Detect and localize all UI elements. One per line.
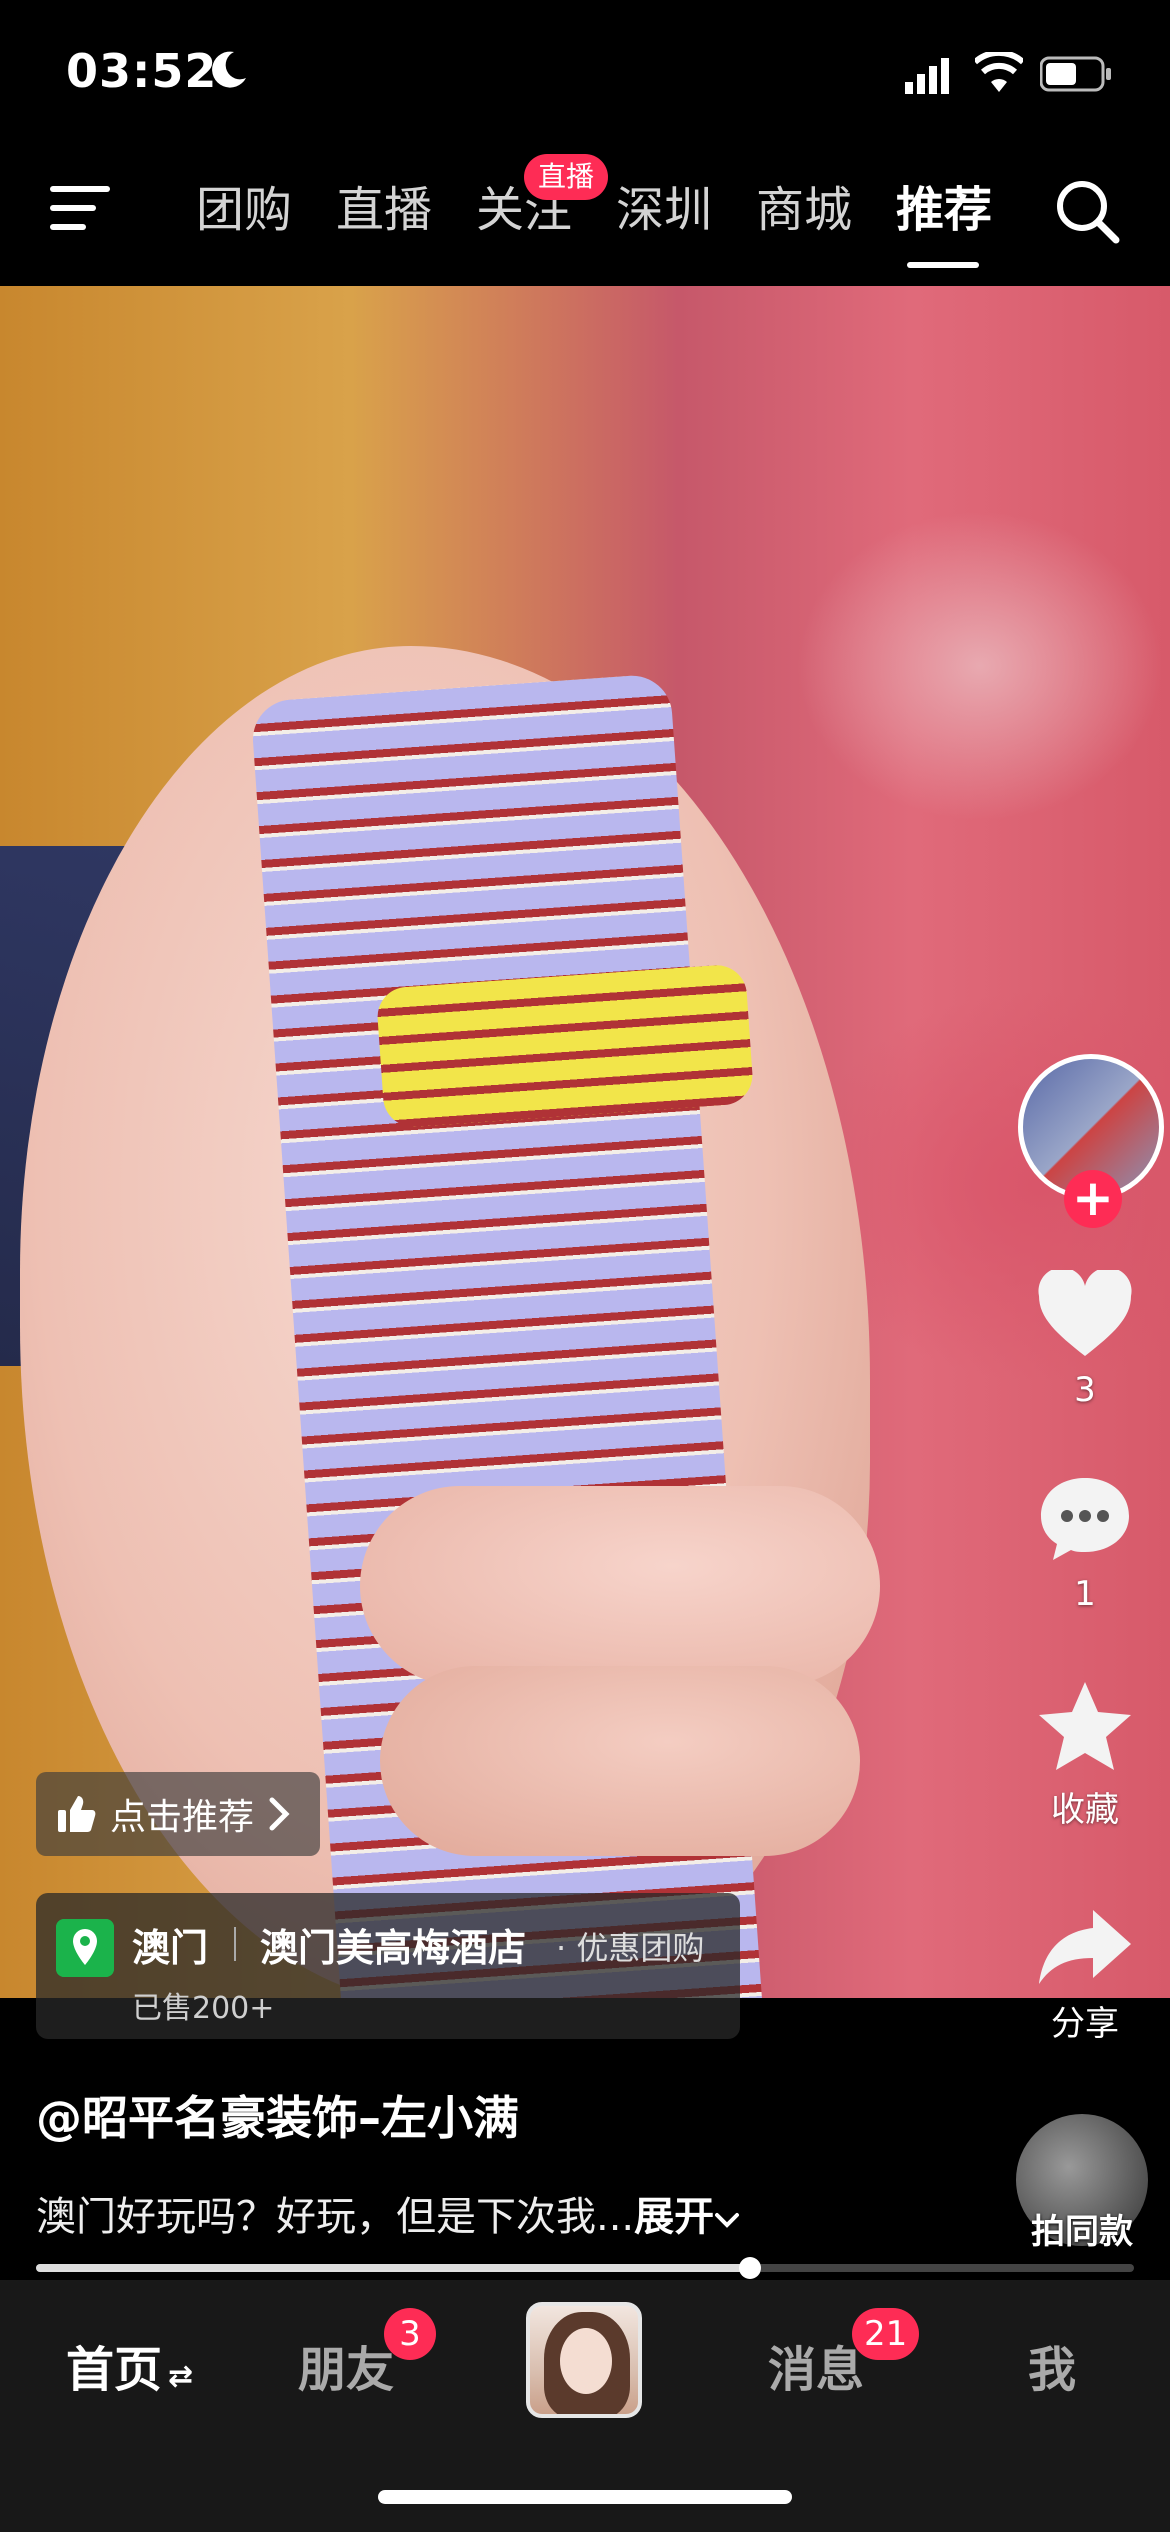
favorite-button[interactable]: 收藏 [1000,1680,1170,1831]
location-sold-count: 已售200+ [132,1991,275,2026]
live-badge: 直播 [524,154,609,200]
like-button[interactable]: 3 [1000,1270,1170,1410]
location-city: 澳门 [132,1926,209,1970]
tab-city[interactable]: 深圳 [616,170,712,240]
follow-button[interactable]: + [1064,1170,1122,1228]
recommend-button[interactable]: 点击推荐 [36,1772,321,1856]
nav-home[interactable]: 首页 ⇄ [66,2330,193,2400]
progress-fill [36,2264,750,2272]
location-deal: · 优惠团购 [556,1929,705,1967]
star-icon [1039,1682,1131,1770]
nav-me[interactable]: 我 [1028,2330,1076,2400]
author-name[interactable]: @昭平名豪装饰–左小满 [36,2082,519,2148]
bottom-navigation: 首页 ⇄ 朋友 3 消息 21 我 [0,2280,1170,2532]
moon-icon [212,51,246,88]
status-bar: 03:52 [0,0,1170,140]
video-chip-stack-top [375,963,755,1129]
nav-friends-label: 朋友 [298,2342,395,2398]
same-style-label: 拍同款 [1031,2212,1133,2252]
favorite-label: 收藏 [1051,1790,1119,1830]
avatar-face [560,2328,612,2394]
video-player[interactable] [0,286,1170,1998]
expand-label: 展开 [634,2194,715,2240]
chevron-down-icon [715,2213,740,2228]
location-divider [234,1927,236,1961]
comment-count: 1 [1074,1574,1096,1614]
wifi-icon [975,52,1023,92]
comment-icon [1041,1478,1129,1560]
friends-badge: 3 [384,2308,436,2360]
menu-icon[interactable] [50,180,116,236]
recommend-label: 点击推荐 [110,1797,255,1838]
nav-friends[interactable]: 朋友 [298,2330,394,2400]
nav-messages-label: 消息 [768,2342,865,2398]
chevron-right-icon [269,1797,290,1831]
video-caption[interactable]: 澳门好玩吗？好玩，但是下次我...展开 [36,2184,740,2242]
tab-recommend[interactable]: 推荐 [896,170,992,240]
nav-me-label: 我 [1028,2342,1077,2398]
heart-icon [1038,1270,1132,1356]
location-card[interactable]: 澳门 澳门美高梅酒店 · 优惠团购 已售200+ [36,1893,740,2039]
tab-group-buy[interactable]: 团购 [196,170,292,240]
messages-badge: 21 [852,2308,920,2360]
progress-handle[interactable] [738,2257,761,2279]
tab-mall[interactable]: 商城 [756,170,852,240]
tab-live[interactable]: 直播 [336,170,432,240]
swap-icon: ⇄ [168,2359,194,2394]
expand-caption-button[interactable]: 展开 [634,2194,740,2240]
thumbs-up-icon [58,1796,96,1832]
like-count: 3 [1074,1370,1096,1410]
search-icon[interactable] [1052,176,1122,246]
location-pin-icon [56,1919,114,1977]
video-finger [380,1666,860,1856]
active-tab-indicator [907,262,979,268]
same-style-button[interactable]: 拍同款 [1016,2114,1148,2252]
status-time: 03:52 [66,44,218,98]
share-button[interactable]: 分享 [1000,1906,1170,2045]
share-arrow-icon [1039,1910,1131,1984]
caption-text: 澳门好玩吗？好玩，但是下次我... [36,2194,635,2240]
nav-home-label: 首页 [66,2342,163,2398]
cellular-signal-icon [905,58,949,94]
battery-icon [1040,56,1111,92]
create-button[interactable] [526,2302,642,2418]
video-progress-bar[interactable] [36,2257,1134,2279]
share-label: 分享 [1051,2004,1119,2044]
location-hotel: 澳门美高梅酒店 [260,1926,527,1970]
comment-button[interactable]: 1 [1000,1474,1170,1614]
home-indicator[interactable] [378,2490,792,2504]
nav-messages[interactable]: 消息 [768,2330,864,2400]
video-finger [360,1486,880,1686]
top-navigation: 团购 直播 关注 深圳 商城 推荐 直播 [0,140,1170,286]
